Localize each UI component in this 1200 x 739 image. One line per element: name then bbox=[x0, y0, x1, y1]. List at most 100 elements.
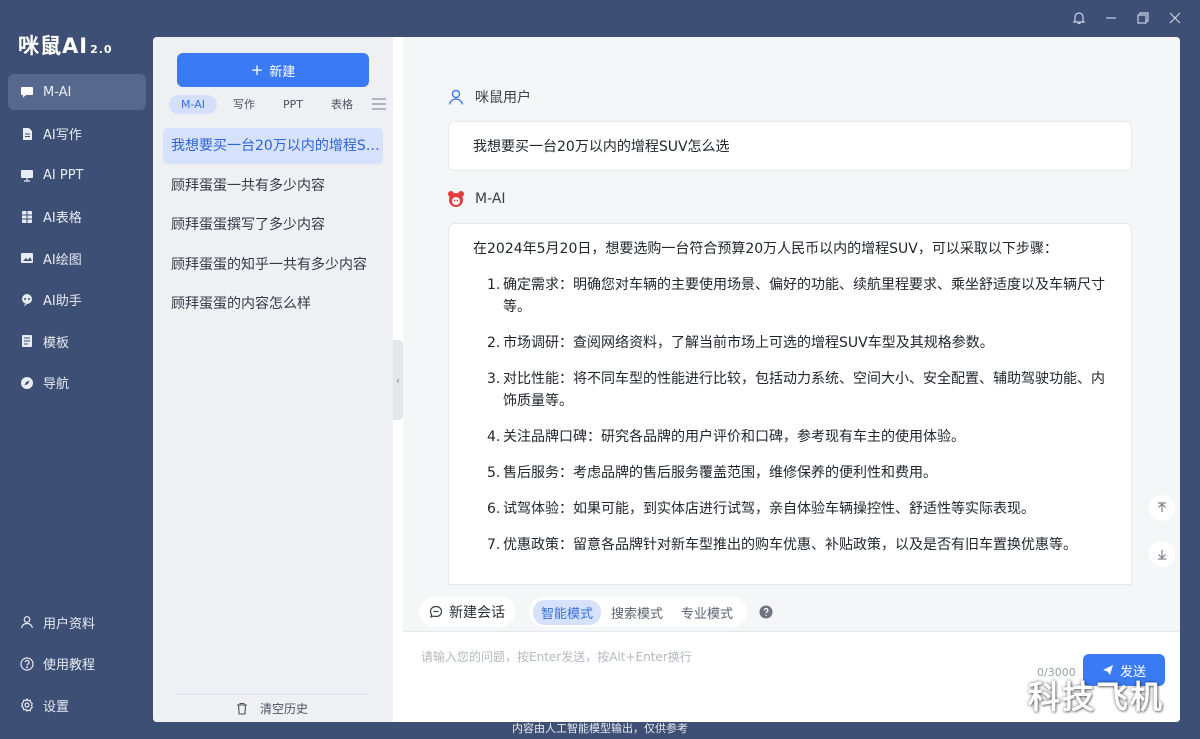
app-logo-text: 咪鼠AI bbox=[18, 34, 89, 58]
assistant-icon bbox=[20, 293, 34, 307]
nav-item-label: AI表格 bbox=[43, 211, 82, 226]
nav-item-label: 设置 bbox=[43, 699, 70, 715]
nav-item-label: AI助手 bbox=[43, 294, 82, 309]
app-version: 2.0 bbox=[90, 43, 113, 56]
chat-add-icon bbox=[429, 605, 443, 618]
help-icon bbox=[20, 656, 34, 671]
list-item: 4. 关注品牌口碑：研究各品牌的用户评价和口碑，参考现有车主的使用体验。 bbox=[487, 429, 965, 445]
document-icon bbox=[20, 127, 34, 141]
presentation-icon bbox=[20, 168, 34, 182]
nav-item-ai-writing[interactable]: AI写作 bbox=[8, 116, 146, 152]
history-item[interactable]: 顾拜蛋蛋一共有多少内容 bbox=[163, 168, 383, 204]
list-item: 1. 确定需求：明确您对车辆的主要使用场景、偏好的功能、续航里程要求、乘坐舒适度以… bbox=[487, 277, 1105, 315]
nav-item-label: 使用教程 bbox=[43, 658, 96, 673]
nav-item-user-profile[interactable]: 用户资料 bbox=[8, 604, 146, 640]
minimize-icon[interactable] bbox=[1100, 8, 1122, 28]
new-button[interactable]: + 新建 bbox=[177, 53, 369, 87]
settings-icon bbox=[20, 698, 34, 712]
table-icon bbox=[20, 210, 34, 224]
tab-m-ai[interactable]: M-AI bbox=[169, 94, 217, 114]
tab-writing[interactable]: 写作 bbox=[221, 93, 267, 115]
nav-item-m-ai[interactable]: M-AI bbox=[8, 74, 146, 110]
nav-item-label: AI写作 bbox=[43, 128, 82, 143]
mode-search[interactable]: 搜索模式 bbox=[603, 600, 671, 625]
list-item: 5. 售后服务：考虑品牌的售后服务覆盖范围，维修保养的便利性和费用。 bbox=[487, 465, 937, 481]
nav-item-label: 模板 bbox=[43, 335, 70, 351]
nav-item-label: M-AI bbox=[43, 84, 72, 100]
watermark: 科技飞机 bbox=[1028, 678, 1165, 716]
chat-bubble-icon bbox=[20, 85, 34, 99]
nav-item-label: AI绘图 bbox=[43, 252, 82, 268]
user-avatar-icon bbox=[448, 89, 464, 105]
close-icon[interactable] bbox=[1164, 8, 1186, 28]
new-button-label: 新建 bbox=[269, 64, 296, 80]
main-nav: M-AI AI写作 AI PPT AI表格 AI绘图 AI助手 模板 导航 bbox=[8, 74, 146, 406]
nav-item-settings[interactable]: 设置 bbox=[8, 687, 146, 723]
bottom-nav: 用户资料 使用教程 设置 bbox=[8, 604, 146, 729]
nav-item-label: 用户资料 bbox=[43, 616, 96, 632]
ai-avatar-icon bbox=[448, 191, 464, 207]
ai-message-bubble: 在2024年5月20日，想要选购一台符合预算20万人民币以内的增程SUV，可以采… bbox=[448, 223, 1132, 585]
bell-icon[interactable] bbox=[1068, 8, 1090, 28]
list-item: 3. 对比性能：将不同车型的性能进行比较，包括动力系统、空间大小、安全配置、辅助驾… bbox=[487, 371, 1105, 409]
chat-area: 咪鼠用户 我想要买一台20万以内的增程SUV怎么选 M-AI 在2024年5月2… bbox=[403, 37, 1180, 722]
mode-smart[interactable]: 智能模式 bbox=[533, 599, 602, 625]
message-input[interactable] bbox=[421, 646, 1041, 668]
ai-steps-list: 1. 确定需求：明确您对车辆的主要使用场景、偏好的功能、续航里程要求、乘坐舒适度以… bbox=[473, 274, 1107, 556]
nav-item-ai-table[interactable]: AI表格 bbox=[8, 199, 146, 235]
nav-item-ai-assistant[interactable]: AI助手 bbox=[8, 282, 146, 318]
arrow-down-icon bbox=[1158, 550, 1166, 560]
list-item: 7. 优惠政策：留意各品牌针对新车型推出的购车优惠、补贴政策，以及是否有旧车置换优… bbox=[487, 537, 1077, 553]
tab-ppt[interactable]: PPT bbox=[271, 95, 315, 114]
user-name: 咪鼠用户 bbox=[475, 90, 531, 106]
user-message-text: 我想要买一台20万以内的增程SUV怎么选 bbox=[473, 139, 730, 155]
clear-history-button[interactable]: 清空历史 bbox=[175, 694, 369, 722]
template-icon bbox=[20, 334, 34, 348]
scroll-bottom-button[interactable] bbox=[1149, 541, 1175, 567]
tab-table[interactable]: 表格 bbox=[319, 93, 365, 115]
new-chat-label: 新建会话 bbox=[449, 605, 505, 621]
nav-item-templates[interactable]: 模板 bbox=[8, 323, 146, 359]
main-panel: + 新建 M-AI 写作 PPT 表格 我想要买一台20万以内的增程SUV怎么选… bbox=[153, 37, 1180, 722]
chevron-left-icon: ‹ bbox=[395, 373, 401, 387]
arrow-up-icon bbox=[1158, 502, 1166, 512]
ai-name: M-AI bbox=[475, 191, 506, 207]
nav-item-ai-ppt[interactable]: AI PPT bbox=[8, 157, 146, 193]
list-item: 6. 试驾体验：如果可能，到实体店进行试驾，亲自体验车辆操控性、舒适性等实际表现。 bbox=[487, 501, 1035, 517]
history-list: 我想要买一台20万以内的增程SUV怎么选 顾拜蛋蛋一共有多少内容 顾拜蛋蛋撰写了… bbox=[163, 128, 383, 326]
user-icon bbox=[20, 615, 34, 629]
compass-icon bbox=[20, 376, 34, 390]
mode-switch: 智能模式 搜索模式 专业模式 bbox=[529, 597, 748, 627]
menu-icon[interactable] bbox=[371, 96, 387, 115]
scroll-top-button[interactable] bbox=[1149, 495, 1175, 521]
app-logo: 咪鼠AI 2.0 bbox=[18, 30, 113, 60]
user-message-bubble: 我想要买一台20万以内的增程SUV怎么选 bbox=[448, 121, 1132, 171]
collapse-sidebar-handle[interactable]: ‹ bbox=[393, 340, 403, 420]
plus-icon: + bbox=[250, 61, 264, 79]
trash-icon bbox=[236, 702, 247, 715]
history-sidebar: + 新建 M-AI 写作 PPT 表格 我想要买一台20万以内的增程SUV怎么选… bbox=[153, 37, 393, 722]
clear-history-label: 清空历史 bbox=[259, 702, 308, 716]
question-icon[interactable] bbox=[759, 605, 773, 619]
chat-toolbar: 新建会话 智能模式 搜索模式 专业模式 bbox=[419, 597, 773, 627]
mode-professional[interactable]: 专业模式 bbox=[673, 600, 741, 625]
history-item[interactable]: 我想要买一台20万以内的增程SUV怎么选 bbox=[163, 128, 383, 164]
nav-item-label: 导航 bbox=[43, 377, 70, 392]
user-role-row: 咪鼠用户 bbox=[447, 87, 531, 107]
nav-item-navigation[interactable]: 导航 bbox=[8, 365, 146, 401]
window-controls bbox=[1068, 8, 1186, 28]
disclaimer-text: 内容由人工智能模型输出，仅供参考 bbox=[512, 722, 688, 735]
category-tabs: M-AI 写作 PPT 表格 bbox=[169, 93, 369, 115]
restore-icon[interactable] bbox=[1132, 8, 1154, 28]
ai-intro-text: 在2024年5月20日，想要选购一台符合预算20万人民币以内的增程SUV，可以采… bbox=[473, 241, 1058, 257]
new-chat-button[interactable]: 新建会话 bbox=[419, 597, 515, 627]
list-item: 2. 市场调研：查阅网络资料，了解当前市场上可选的增程SUV车型及其规格参数。 bbox=[487, 335, 994, 351]
history-item[interactable]: 顾拜蛋蛋的内容怎么样 bbox=[163, 286, 383, 322]
history-item[interactable]: 顾拜蛋蛋撰写了多少内容 bbox=[163, 207, 383, 243]
nav-item-tutorial[interactable]: 使用教程 bbox=[8, 646, 146, 682]
ai-role-row: M-AI bbox=[447, 190, 506, 208]
nav-item-ai-drawing[interactable]: AI绘图 bbox=[8, 240, 146, 276]
paint-icon bbox=[20, 251, 34, 265]
nav-item-label: AI PPT bbox=[43, 167, 84, 183]
history-item[interactable]: 顾拜蛋蛋的知乎一共有多少内容 bbox=[163, 247, 383, 283]
